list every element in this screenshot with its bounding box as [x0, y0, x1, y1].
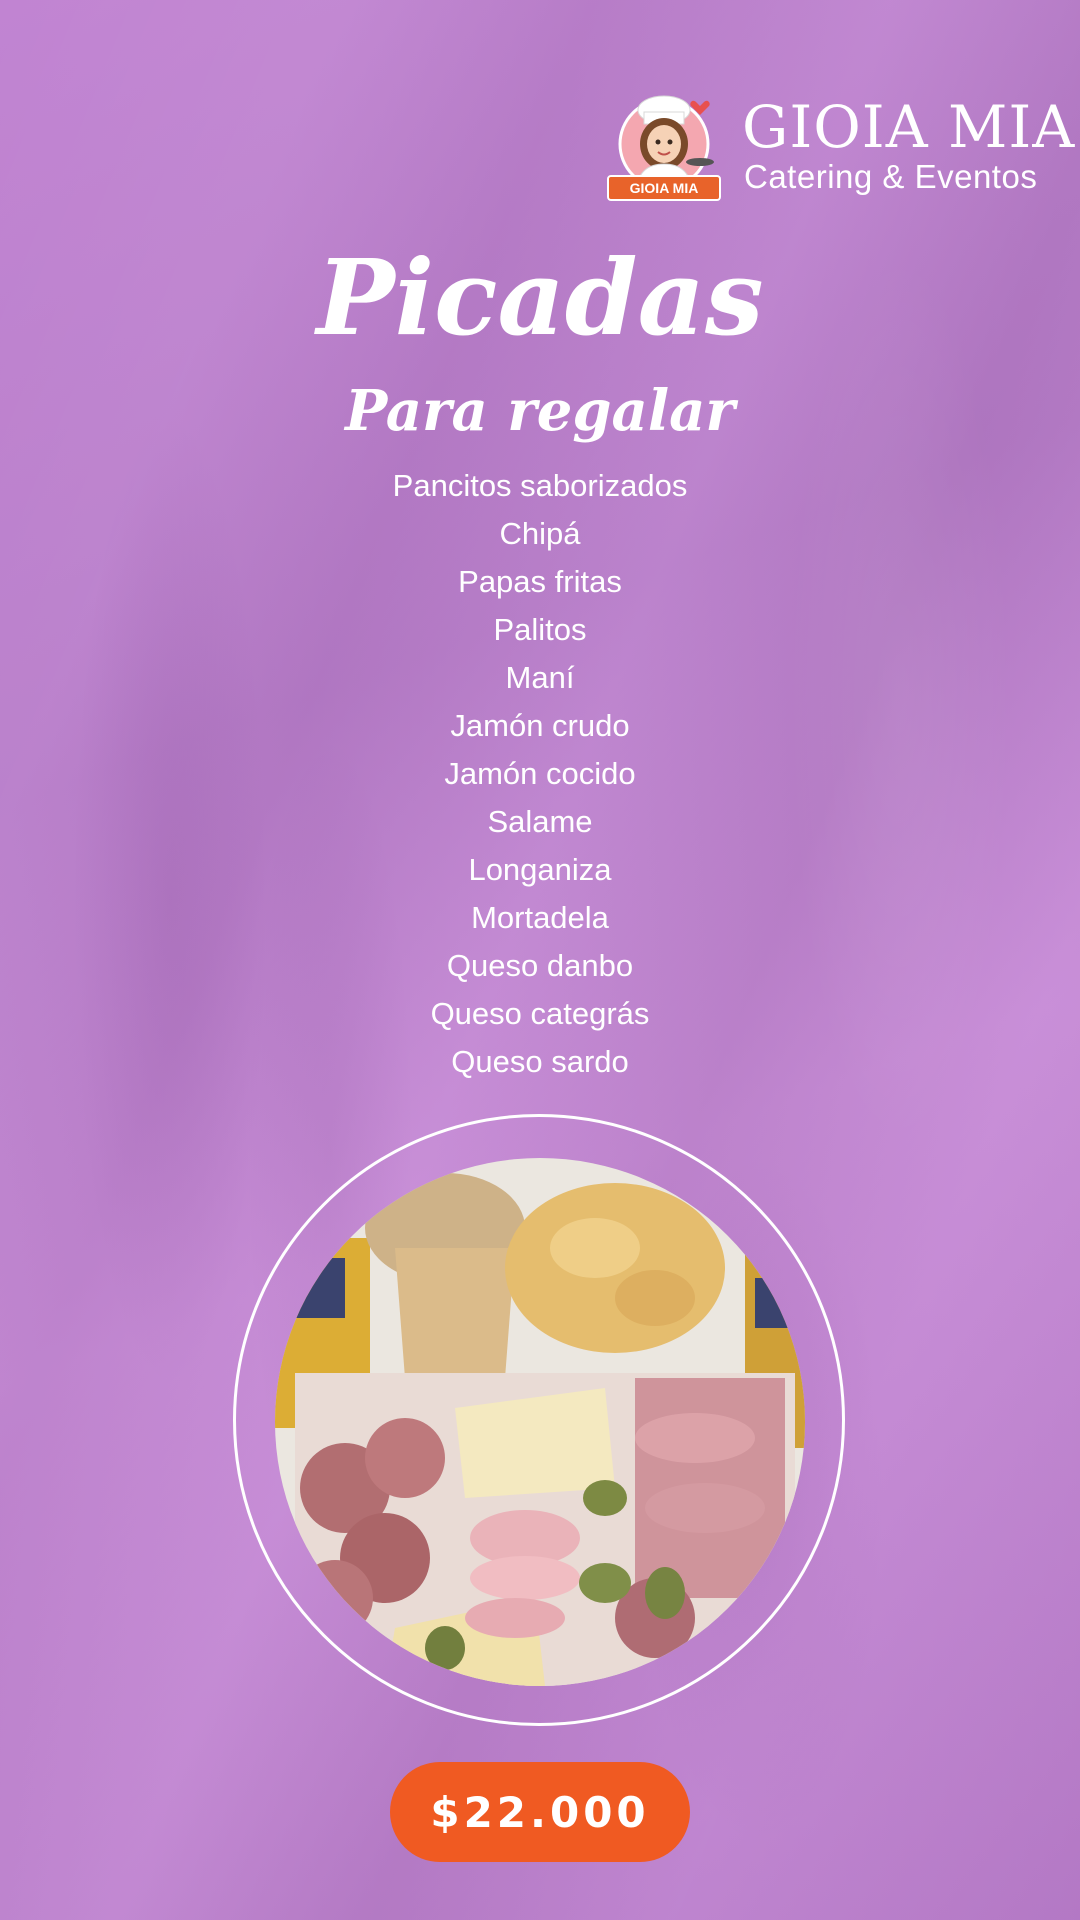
list-item: Queso danbo — [446, 948, 634, 983]
list-item: Queso sardo — [451, 1044, 629, 1079]
items-list: Pancitos saborizados Chipá Papas fritas … — [0, 462, 1080, 1086]
list-item: Mortadela — [471, 900, 609, 935]
list-item: Palitos — [493, 612, 587, 647]
list-item: Papas fritas — [458, 564, 622, 599]
brand-name: GIOIA MIA — [742, 93, 1076, 161]
list-item: Salame — [487, 804, 593, 839]
list-item: Pancitos saborizados — [392, 468, 688, 503]
price-button[interactable]: $22.000 — [390, 1762, 690, 1862]
chef-logo-icon: GIOIA MIA — [600, 92, 728, 208]
list-item: Jamón crudo — [450, 708, 630, 743]
page-title: Picadas — [316, 236, 764, 359]
brand-tagline: Catering & Eventos — [744, 158, 1038, 195]
list-item: Jamón cocido — [444, 756, 636, 791]
logo-banner-text: GIOIA MIA — [630, 180, 699, 196]
page-subtitle: Para regalar — [345, 378, 735, 444]
list-item: Queso categrás — [430, 996, 650, 1031]
list-item: Chipá — [499, 516, 581, 551]
picada-photo — [275, 1158, 805, 1686]
list-item: Maní — [505, 660, 575, 695]
list-item: Longaniza — [468, 852, 612, 887]
